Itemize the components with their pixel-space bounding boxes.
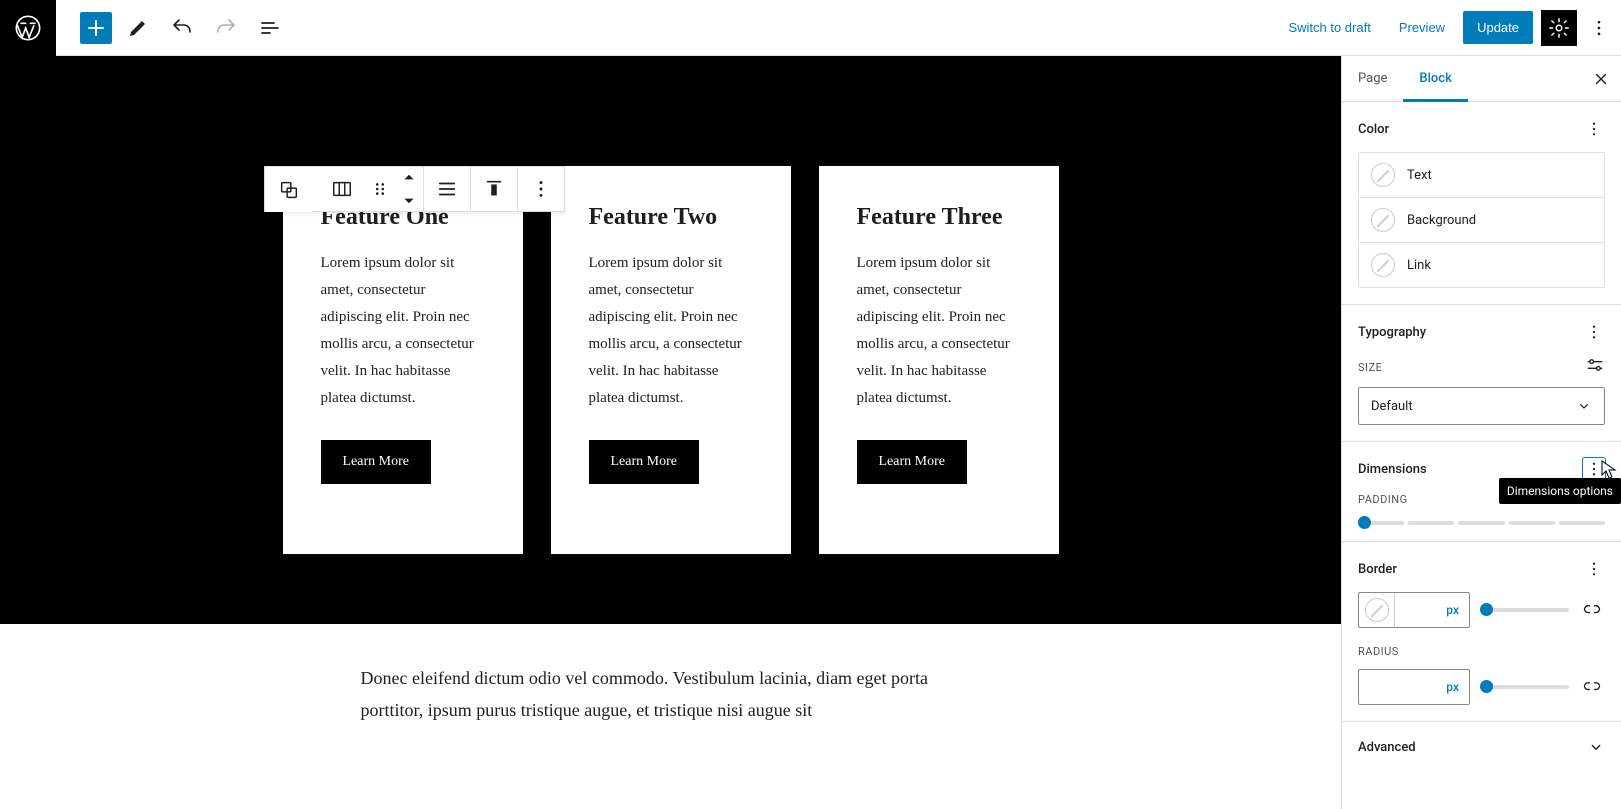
column-title[interactable]: Feature Two — [589, 204, 753, 232]
custom-size-button[interactable] — [1585, 355, 1605, 379]
align-button[interactable] — [424, 167, 470, 211]
chevron-down-icon — [1587, 738, 1605, 756]
edit-mode-button[interactable] — [120, 10, 156, 46]
dimensions-options-button[interactable] — [1583, 458, 1605, 480]
redo-button[interactable] — [208, 10, 244, 46]
color-text-row[interactable]: Text — [1358, 152, 1605, 198]
chevron-down-icon — [1576, 398, 1592, 414]
advanced-panel-toggle[interactable]: Advanced — [1342, 722, 1621, 772]
border-panel-title: Border — [1358, 562, 1397, 577]
empty-swatch-icon — [1371, 163, 1395, 187]
size-label: SIZE — [1358, 361, 1382, 374]
learn-more-button[interactable]: Learn More — [857, 440, 967, 484]
paragraph-block[interactable]: Donec eleifend dictum odio vel commodo. … — [341, 662, 1001, 727]
tab-block[interactable]: Block — [1403, 56, 1467, 102]
border-width-input[interactable]: px — [1358, 592, 1470, 628]
font-size-select[interactable]: Default — [1358, 387, 1605, 425]
editor-topbar: Switch to draft Preview Update — [0, 0, 1621, 56]
switch-to-draft-button[interactable]: Switch to draft — [1278, 12, 1380, 43]
undo-button[interactable] — [164, 10, 200, 46]
color-options-button[interactable] — [1583, 118, 1605, 140]
typography-panel-title: Typography — [1358, 325, 1426, 340]
update-button[interactable]: Update — [1463, 11, 1533, 44]
empty-swatch-icon — [1371, 253, 1395, 277]
tab-page[interactable]: Page — [1342, 56, 1403, 102]
advanced-title: Advanced — [1358, 740, 1416, 755]
unlink-sides-button[interactable] — [1579, 597, 1605, 623]
empty-swatch-icon — [1365, 598, 1389, 622]
radius-unit[interactable]: px — [1409, 670, 1469, 704]
font-size-value: Default — [1371, 399, 1413, 414]
color-link-label: Link — [1407, 258, 1431, 273]
column-body[interactable]: Lorem ipsum dolor sit amet, consectetur … — [857, 250, 1021, 412]
block-mover[interactable] — [395, 167, 423, 211]
border-radius-input[interactable]: px — [1358, 669, 1470, 705]
settings-sidebar: Page Block Color Text — [1341, 56, 1621, 809]
column-block[interactable]: Feature Three Lorem ipsum dolor sit amet… — [819, 166, 1059, 554]
padding-slider[interactable] — [1358, 521, 1605, 525]
preview-button[interactable]: Preview — [1389, 12, 1455, 43]
block-options-button[interactable] — [518, 167, 564, 211]
color-background-row[interactable]: Background — [1358, 198, 1605, 243]
color-text-label: Text — [1407, 168, 1432, 183]
color-panel-title: Color — [1358, 122, 1389, 137]
editor-options-button[interactable] — [1585, 10, 1613, 46]
block-type-button[interactable] — [319, 167, 365, 211]
column-block[interactable]: Feature One Lorem ipsum dolor sit amet, … — [283, 166, 523, 554]
column-title[interactable]: Feature Three — [857, 204, 1021, 232]
border-width-slider[interactable] — [1480, 608, 1569, 612]
border-options-button[interactable] — [1583, 558, 1605, 580]
learn-more-button[interactable]: Learn More — [321, 440, 431, 484]
color-link-row[interactable]: Link — [1358, 243, 1605, 288]
dimensions-tooltip: Dimensions options — [1499, 478, 1621, 504]
wordpress-logo[interactable] — [0, 0, 56, 56]
column-block[interactable]: Feature Two Lorem ipsum dolor sit amet, … — [551, 166, 791, 554]
dimensions-panel-title: Dimensions — [1358, 462, 1427, 477]
editor-canvas[interactable]: Feature One Lorem ipsum dolor sit amet, … — [0, 56, 1341, 809]
close-sidebar-button[interactable] — [1581, 59, 1621, 99]
column-body[interactable]: Lorem ipsum dolor sit amet, consectetur … — [589, 250, 753, 412]
radius-label: RADIUS — [1358, 645, 1399, 658]
padding-label: PADDING — [1358, 493, 1408, 506]
typography-options-button[interactable] — [1583, 321, 1605, 343]
settings-button[interactable] — [1541, 10, 1577, 46]
unlink-radii-button[interactable] — [1579, 674, 1605, 700]
document-overview-button[interactable] — [252, 10, 288, 46]
vertical-align-button[interactable] — [471, 167, 517, 211]
border-radius-slider[interactable] — [1480, 685, 1569, 689]
block-inserter-button[interactable] — [80, 12, 112, 44]
color-background-label: Background — [1407, 213, 1476, 228]
border-unit[interactable]: px — [1395, 593, 1469, 627]
block-parent-button[interactable] — [266, 168, 312, 212]
empty-swatch-icon — [1371, 208, 1395, 232]
column-body[interactable]: Lorem ipsum dolor sit amet, consectetur … — [321, 250, 485, 412]
learn-more-button[interactable]: Learn More — [589, 440, 699, 484]
drag-handle[interactable] — [365, 167, 395, 211]
block-toolbar — [264, 166, 565, 212]
